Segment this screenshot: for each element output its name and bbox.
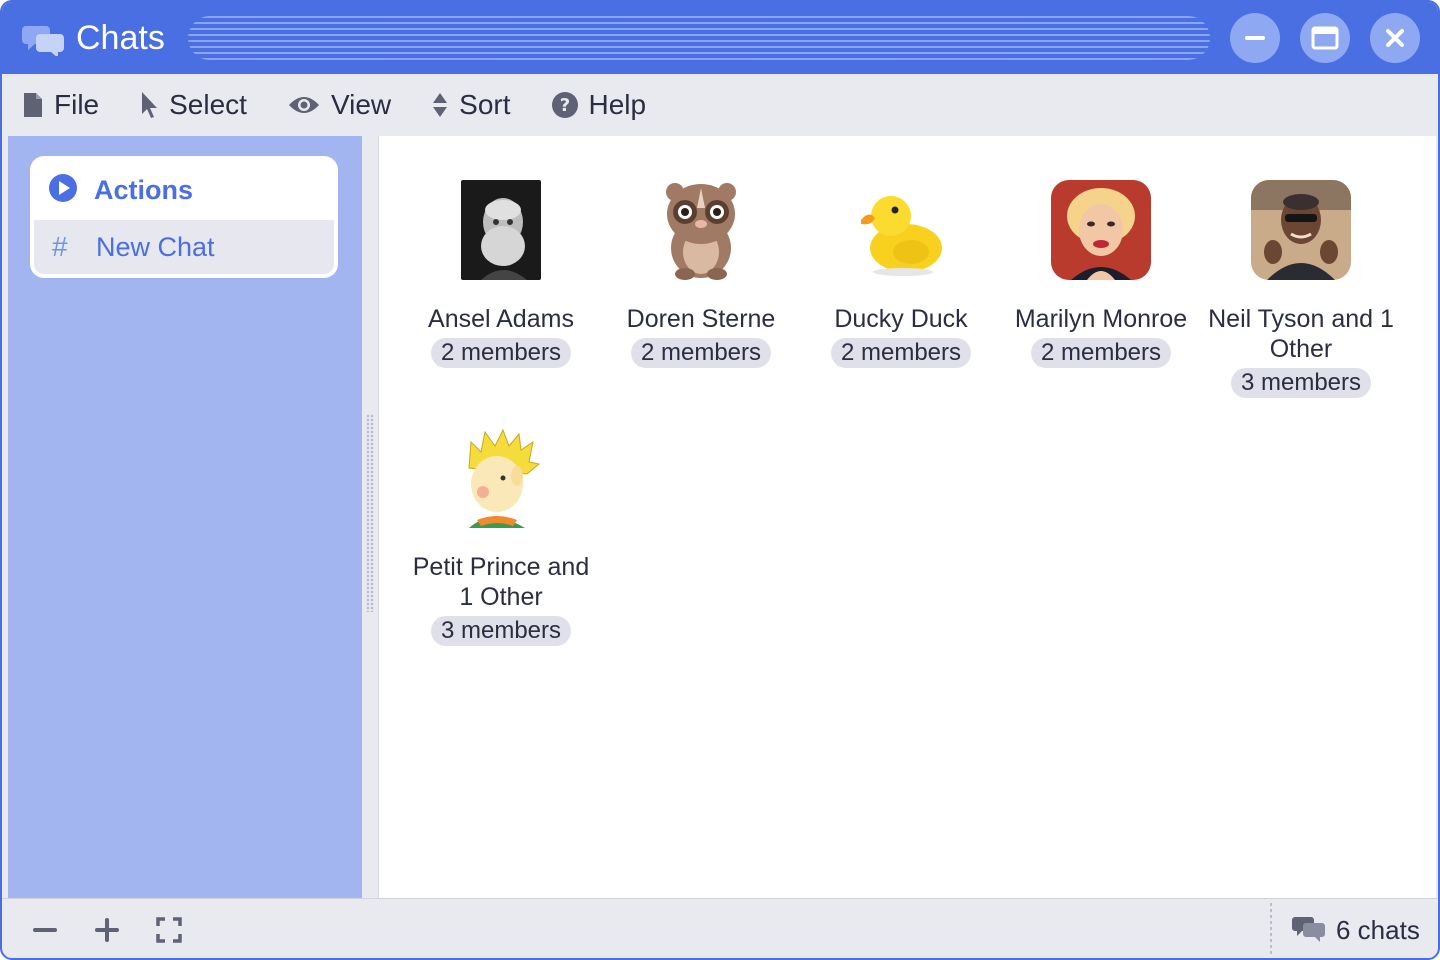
chat-name: Marilyn Monroe [1014, 305, 1188, 333]
menu-view-label: View [330, 89, 392, 120]
chat-tile[interactable]: Ducky Duck 2 members [801, 180, 1001, 368]
sidebar-splitter[interactable] [362, 136, 378, 898]
menu-sort-label: Sort [459, 89, 511, 120]
chat-tile[interactable]: Petit Prince and 1 Other 3 members [401, 428, 601, 646]
member-count-badge: 2 members [430, 338, 572, 368]
menu-help[interactable]: ? Help [551, 83, 647, 127]
chat-tile[interactable]: Ansel Adams 2 members [401, 180, 601, 368]
menu-select[interactable]: Select [139, 83, 247, 127]
chat-name: Ducky Duck [834, 305, 968, 333]
zoom-out-button[interactable] [28, 913, 62, 947]
menu-help-label: Help [588, 89, 647, 120]
fullscreen-button[interactable] [152, 913, 186, 947]
chat-avatar [1051, 180, 1151, 280]
menu-bar: File Select View Sort ? Help [2, 74, 1438, 136]
chat-tile[interactable]: Marilyn Monroe 2 members [1001, 180, 1201, 368]
zoom-out-icon [33, 928, 57, 932]
menu-view[interactable]: View [287, 83, 391, 127]
chat-name: Ansel Adams [428, 305, 574, 333]
minimize-button[interactable] [1230, 13, 1280, 63]
menu-file[interactable]: File [22, 83, 99, 127]
member-count-badge: 3 members [1230, 368, 1372, 398]
chat-avatar [1251, 180, 1351, 280]
chat-count: 6 chats [1292, 909, 1420, 951]
eye-icon [287, 93, 321, 117]
menu-file-label: File [54, 89, 100, 120]
maximize-button[interactable] [1300, 13, 1350, 63]
new-chat-label: New Chat [96, 231, 215, 262]
chat-name: Petit Prince and 1 Other [412, 553, 590, 611]
cursor-icon [139, 90, 159, 120]
chat-bubbles-icon [1292, 914, 1326, 947]
file-icon [22, 91, 44, 119]
maximize-icon [1311, 26, 1339, 50]
svg-text:?: ? [559, 95, 569, 116]
actions-panel: Actions # New Chat [30, 156, 338, 278]
fullscreen-icon [156, 917, 182, 943]
zoom-in-icon [95, 918, 119, 942]
member-count-badge: 2 members [630, 338, 772, 368]
actions-label: Actions [94, 174, 194, 205]
zoom-in-button[interactable] [90, 913, 124, 947]
actions-toggle[interactable]: Actions [34, 160, 334, 220]
chats-window: Chats File Select View Sort ? Help Actio… [0, 0, 1440, 960]
chat-tile[interactable]: Neil Tyson and 1 Other 3 members [1201, 180, 1401, 398]
menu-sort[interactable]: Sort [431, 83, 511, 127]
member-count-badge: 3 members [430, 616, 572, 646]
hash-icon: # [52, 231, 68, 262]
window-title: Chats [76, 19, 165, 57]
play-circle-icon [48, 173, 78, 208]
chat-name: Doren Sterne [626, 305, 776, 333]
close-icon [1386, 29, 1404, 47]
sort-icon [431, 91, 449, 119]
menu-select-label: Select [169, 89, 247, 120]
chat-avatar [451, 428, 551, 528]
chat-avatar [461, 180, 541, 280]
title-bar[interactable]: Chats [2, 2, 1438, 74]
chat-avatar [851, 180, 951, 280]
title-drag-area[interactable] [188, 16, 1210, 60]
status-bar: 6 chats [2, 898, 1438, 958]
new-chat-button[interactable]: # New Chat [34, 220, 334, 274]
splitter-grip[interactable] [366, 414, 374, 612]
minimize-icon [1245, 36, 1265, 40]
help-icon: ? [551, 91, 579, 119]
chat-count-label: 6 chats [1336, 914, 1420, 945]
chat-avatar [651, 180, 751, 280]
chat-bubbles-icon [22, 22, 66, 58]
member-count-badge: 2 members [1030, 338, 1172, 368]
chat-grid: Ansel Adams 2 members Doren Sterne 2 mem… [378, 136, 1436, 898]
chat-name: Neil Tyson and 1 Other [1208, 305, 1394, 363]
member-count-badge: 2 members [830, 338, 972, 368]
close-button[interactable] [1370, 13, 1420, 63]
chat-tile[interactable]: Doren Sterne 2 members [601, 180, 801, 368]
sidebar: Actions # New Chat [8, 136, 362, 898]
status-divider [1270, 903, 1272, 957]
